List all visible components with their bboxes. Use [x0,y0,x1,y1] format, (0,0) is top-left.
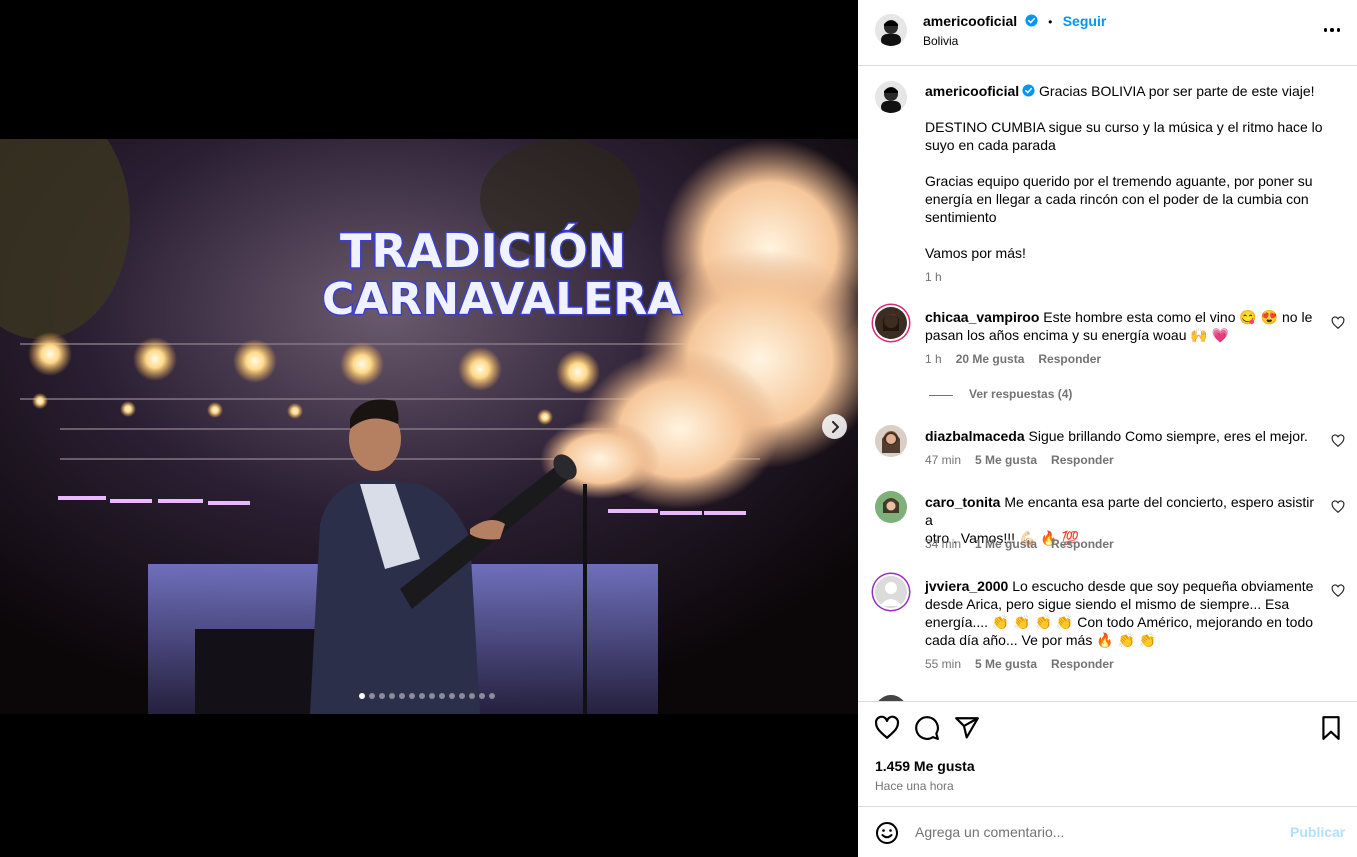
more-options-button[interactable] [1320,20,1344,40]
carousel-dot [419,693,425,699]
carousel-dot [409,693,415,699]
emoji-icon[interactable] [875,821,899,845]
comment-text: pasan los años encima y su energía woau … [925,327,1230,343]
publish-button[interactable]: Publicar [1290,824,1345,840]
bookmark-icon[interactable] [1318,715,1344,741]
post-sidebar: americooficial • Seguir Bolivia americoo… [858,0,1357,857]
sign-line-2: CARNAVALERA [322,274,681,325]
comment-time[interactable]: 55 min [925,657,961,671]
caption-line: Gracias equipo querido por el tremendo a… [925,173,1313,189]
caption-line: energía en llegar a cada rincón con el p… [925,191,1309,207]
carousel-dot [459,693,465,699]
heart-icon[interactable] [874,715,900,741]
view-replies-button[interactable]: Ver respuestas (4) [969,387,1072,401]
comment-like-heart-icon[interactable] [1331,584,1345,598]
verified-icon [1025,14,1038,27]
reply-button[interactable]: Responder [1051,453,1114,467]
more-icon [1323,28,1341,32]
comment-likes[interactable]: 5 Me gusta [975,657,1037,671]
carousel-dot [489,693,495,699]
comment-like-heart-icon[interactable] [1331,434,1345,448]
caption-time[interactable]: 1 h [925,270,942,284]
carousel-dot [479,693,485,699]
post-actions: 1.459 Me gusta Hace una hora [858,701,1357,806]
comment-time[interactable]: 47 min [925,453,961,467]
commenter-avatar[interactable] [875,425,907,457]
carousel-dot [359,693,365,699]
separator-dot: • [1048,15,1053,29]
caption-line: Vamos por más! [925,245,1026,261]
post-timestamp[interactable]: Hace una hora [875,779,954,793]
post-header: americooficial • Seguir Bolivia [858,0,1357,66]
comment-meta: 47 min 5 Me gusta Responder [925,453,1114,467]
comment-text: Este hombre esta como el vino 😋 😍 no le [1043,309,1313,325]
comment-text: energía.... 👏 👏 👏 👏 Con todo Américo, me… [925,614,1314,630]
caption-line: DESTINO CUMBIA sigue su curso y la músic… [925,119,1323,135]
post-photo[interactable]: TRADICIÓN CARNAVALERA [0,139,858,714]
comments-scroll[interactable]: americooficial Gracias BOLIVIA por ser p… [858,67,1357,701]
header-title-row: americooficial • Seguir [923,13,1106,31]
carousel-dot [399,693,405,699]
caption-line: Gracias BOLIVIA por ser parte de este vi… [1039,83,1315,99]
carousel-dot [469,693,475,699]
comment-text: cada día año... Ve por más 🔥 👏 👏 [925,632,1157,648]
replies-divider [929,395,953,396]
comment-body: jvviera_2000 Lo escucho desde que soy pe… [925,577,1325,649]
post-location[interactable]: Bolivia [923,34,958,48]
follow-button[interactable]: Seguir [1063,13,1107,29]
comment-composer: Publicar [858,806,1357,857]
carousel-dot [429,693,435,699]
carousel-dot [449,693,455,699]
reply-button[interactable]: Responder [1051,657,1114,671]
caption-line: sentimiento [925,209,997,225]
comment-time[interactable]: 34 min [925,537,961,551]
caption-username[interactable]: americooficial [925,83,1019,99]
next-image-button[interactable] [822,414,847,439]
chevron-right-icon [831,420,839,433]
comment-meta: 34 min 1 Me gusta Responder [925,537,1114,551]
sign-line-1: TRADICIÓN [340,224,626,278]
comment-time[interactable]: 1 h [925,352,942,366]
carousel-dot [439,693,445,699]
comment-meta: 55 min 5 Me gusta Responder [925,657,1114,671]
commenter-avatar[interactable] [875,491,907,523]
comment-likes[interactable]: 5 Me gusta [975,453,1037,467]
author-username[interactable]: americooficial [923,13,1017,29]
comment-text: Sigue brillando Como siempre, eres el me… [1028,428,1308,444]
carousel-dot [379,693,385,699]
comment-username[interactable]: caro_tonita [925,494,1000,510]
author-avatar[interactable] [875,14,907,46]
comment-likes[interactable]: 20 Me gusta [956,352,1025,366]
caption-avatar[interactable] [875,81,907,113]
comment-like-heart-icon[interactable] [1331,316,1345,330]
comment-text: desde Arica, pero sigue siendo el mismo … [925,596,1290,612]
media-pane: TRADICIÓN CARNAVALERA [0,0,858,857]
comment-meta: 1 h 20 Me gusta Responder [925,352,1101,366]
commenter-avatar[interactable] [875,307,907,339]
concert-photo: TRADICIÓN CARNAVALERA [0,139,858,714]
comment-likes[interactable]: 1 Me gusta [975,537,1037,551]
comment-text: Lo escucho desde que soy pequeña obviame… [1012,578,1314,594]
verified-icon [1022,84,1035,97]
reply-button[interactable]: Responder [1038,352,1101,366]
comment-username[interactable]: diazbalmaceda [925,428,1025,444]
comment-username[interactable]: jvviera_2000 [925,578,1008,594]
commenter-avatar[interactable] [875,576,907,608]
comment-icon[interactable] [914,715,940,741]
comment-body: diazbalmaceda Sigue brillando Como siemp… [925,427,1325,445]
carousel-dot [369,693,375,699]
carousel-indicators [359,693,495,699]
comment-input[interactable] [915,824,1275,840]
carousel-dot [389,693,395,699]
comment-username[interactable]: chicaa_vampiroo [925,309,1039,325]
caption-line: suyo en cada parada [925,137,1056,153]
likes-count[interactable]: 1.459 Me gusta [875,758,975,774]
share-icon[interactable] [954,715,980,741]
caption: americooficial Gracias BOLIVIA por ser p… [925,82,1335,262]
comment-body: chicaa_vampiroo Este hombre esta como el… [925,308,1325,344]
reply-button[interactable]: Responder [1051,537,1114,551]
comment-like-heart-icon[interactable] [1331,500,1345,514]
